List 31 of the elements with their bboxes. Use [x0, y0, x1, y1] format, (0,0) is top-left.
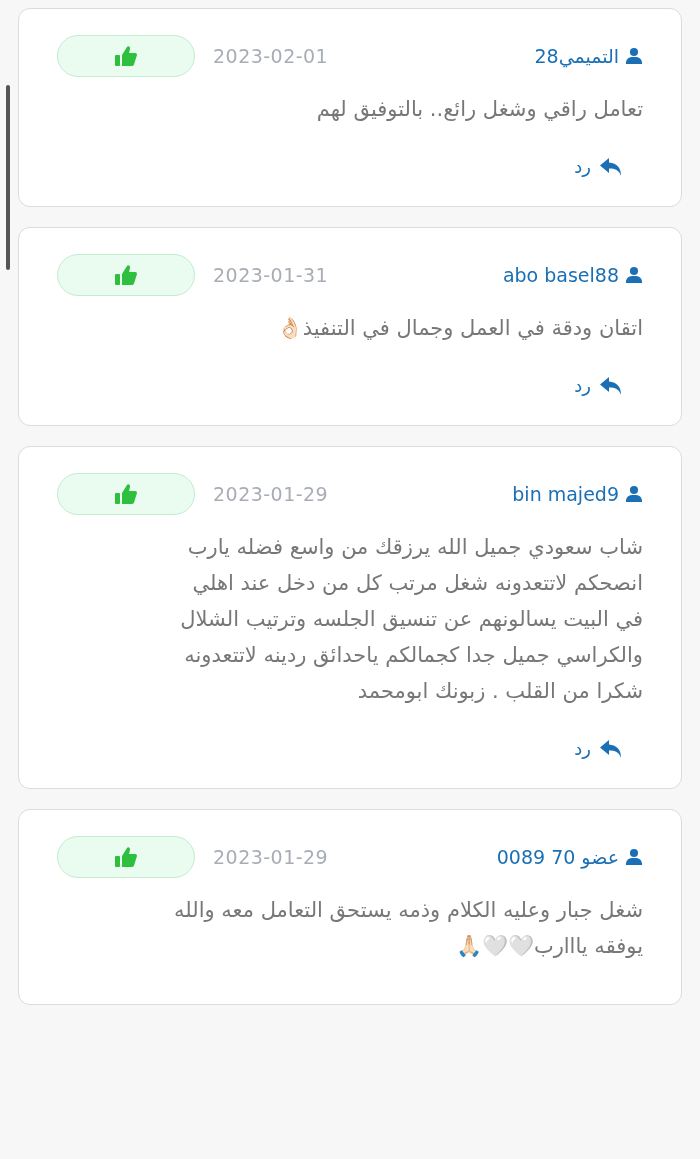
username-link[interactable]: abo basel88	[502, 260, 619, 290]
review-text: شاب سعودي جميل الله يرزقك من واسع فضله يارب انصحكم لاتتعدونه شغل مرتب كل من دخل عند اهلي في البيت يسالونهم عن تنسيق الجلسه وترتيب الشلال والكراسي جميل جدا كجمالكم ياحدائق ردينه لاتتعدونه شكرا من القلب . زبونك ابومحمد	[179, 534, 643, 705]
reply-button[interactable]: رد	[574, 153, 623, 180]
username-link[interactable]: bin majed9	[512, 479, 619, 509]
thumbs-up-icon	[114, 45, 138, 67]
review-date: 2023-01-29	[213, 481, 329, 507]
user-icon	[625, 485, 643, 503]
thumbs-up-icon	[114, 264, 138, 286]
user-icon	[625, 848, 643, 866]
review-date: 2023-01-29	[213, 844, 329, 870]
like-button[interactable]	[57, 836, 195, 878]
review-date: 2023-02-01	[213, 43, 329, 69]
like-button[interactable]	[57, 35, 195, 77]
reply-arrow-icon	[599, 156, 623, 177]
user-icon	[625, 266, 643, 284]
username-link[interactable]: التميمي28	[534, 41, 619, 71]
reply-button[interactable]: رد	[574, 372, 623, 399]
thumbs-up-icon	[114, 846, 138, 868]
reply-arrow-icon	[599, 738, 623, 759]
review-text: تعامل راقي وشغل رائع.. بالتوفيق لهم	[315, 96, 643, 123]
like-button[interactable]	[57, 473, 195, 515]
scrollbar-thumb[interactable]	[6, 85, 10, 270]
user-icon	[625, 47, 643, 65]
review-date: 2023-01-31	[213, 262, 329, 288]
like-button[interactable]	[57, 254, 195, 296]
review-text: اتقان ودقة في العمل وجمال في التنفيذ👌🏻	[275, 315, 643, 342]
username-link[interactable]: عضو 70 0089	[496, 842, 619, 872]
review-text: شغل جبار وعليه الكلام وذمه يستحق التعامل معه والله يوفقه يااارب🤍🤍🙏🏻	[173, 897, 643, 960]
reply-button[interactable]: رد	[574, 735, 623, 762]
thumbs-up-icon	[114, 483, 138, 505]
reply-arrow-icon	[599, 375, 623, 396]
